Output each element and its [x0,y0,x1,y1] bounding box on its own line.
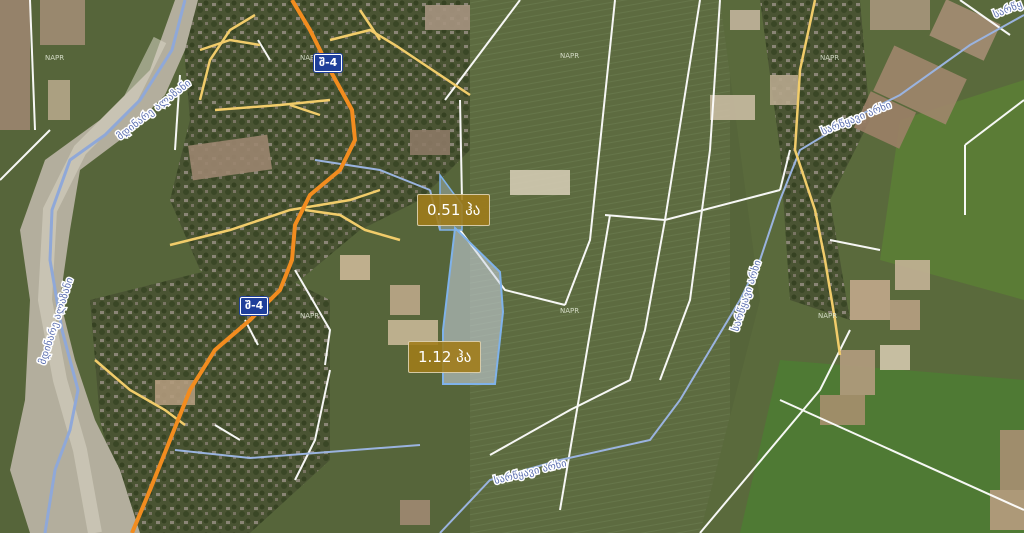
field-area-center [470,0,730,533]
napr-label: NAPR [560,307,579,315]
napr-label: NAPR [300,312,319,320]
parcel-area-label[interactable]: 0.51 ჰა [417,194,491,226]
map-canvas: მდინარე ალაზანი მდინარე ალაზანი სარწყავი… [0,0,1024,533]
napr-label: NAPR [820,54,839,62]
parcel-area-label[interactable]: 1.12 ჰა [408,341,482,373]
napr-label: NAPR [560,52,579,60]
road-shield-sh4: შ-4 [240,297,269,315]
napr-label: NAPR [45,54,64,62]
map-view[interactable]: მდინარე ალაზანი მდინარე ალაზანი სარწყავი… [0,0,1024,533]
napr-label: NAPR [818,312,837,320]
road-shield-sh4: შ-4 [314,54,343,72]
